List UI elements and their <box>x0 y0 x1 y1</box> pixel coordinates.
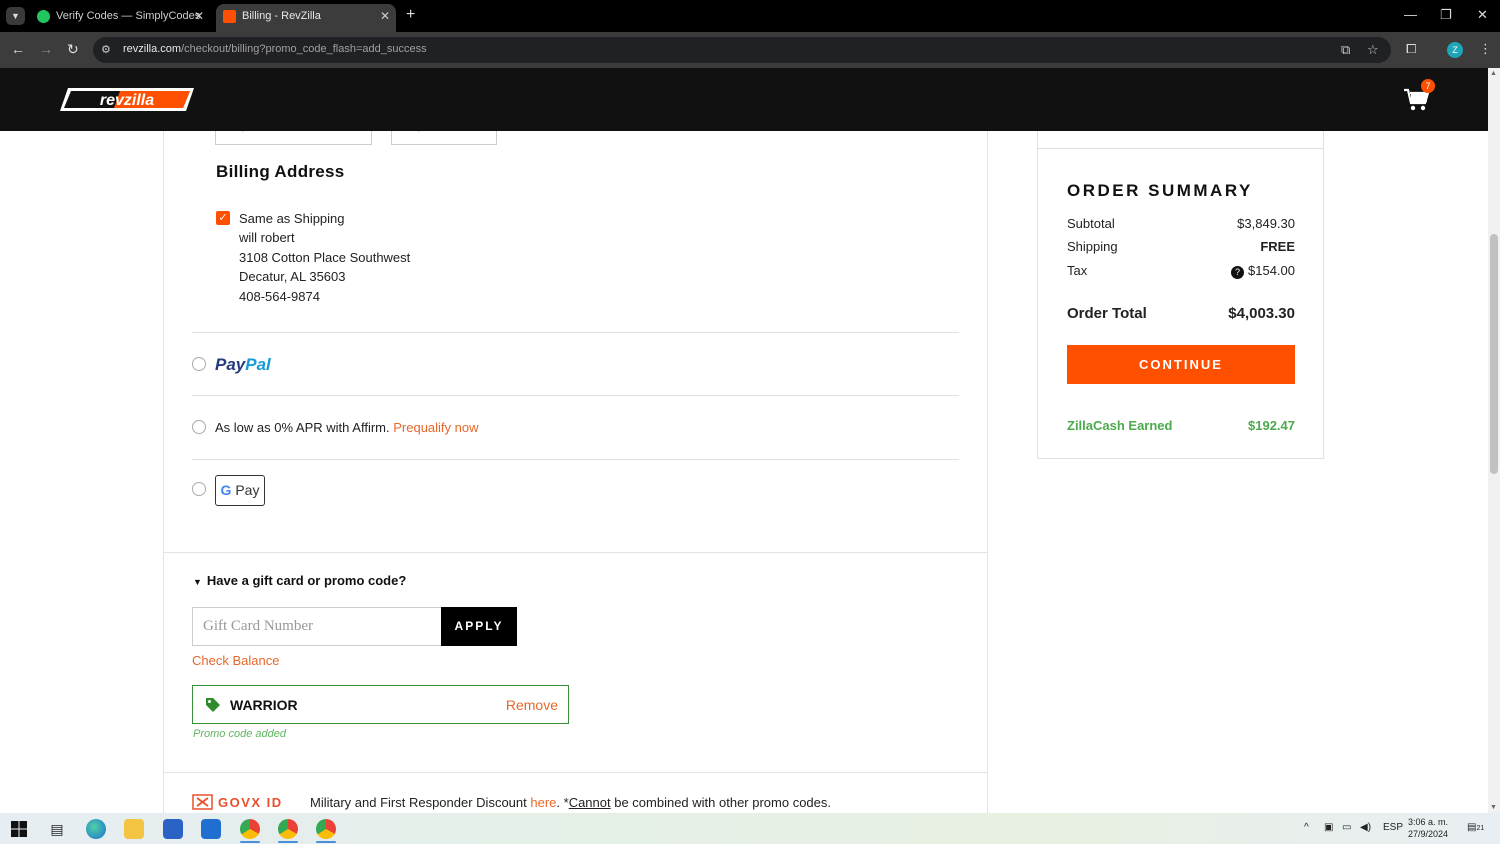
extensions-puzzle-icon[interactable]: ⧠ <box>1406 41 1416 57</box>
continue-button[interactable]: CONTINUE <box>1067 345 1295 384</box>
prequalify-link[interactable]: Prequalify now <box>393 420 478 435</box>
govx-here-link[interactable]: here <box>530 795 556 810</box>
divider <box>192 459 959 460</box>
caret-down-icon: ▼ <box>193 577 202 587</box>
tab-close-icon[interactable]: ✕ <box>194 4 204 28</box>
revzilla-logo[interactable]: revzilla <box>60 86 194 113</box>
divider <box>192 332 959 333</box>
govx-discount-note: Military and First Responder Discount he… <box>310 795 832 810</box>
tab-simplycodes[interactable]: Verify Codes — SimplyCodes ✕ <box>30 4 210 32</box>
microsoft-store-icon[interactable] <box>163 819 183 839</box>
system-clock[interactable]: 3:06 a. m. 27/9/2024 <box>1408 816 1448 840</box>
browser-tab-bar: ▼ Verify Codes — SimplyCodes ✕ Billing -… <box>0 0 1500 32</box>
same-as-shipping-checkbox[interactable]: ✓ <box>216 211 230 225</box>
task-view-icon[interactable]: ▤ <box>47 819 67 839</box>
paypal-logo[interactable]: PayPal <box>215 355 271 375</box>
tax-row: Tax ? $154.00 <box>1067 263 1295 279</box>
tag-icon <box>206 698 220 712</box>
active-app-indicator <box>278 841 298 843</box>
tab-revzilla-billing[interactable]: Billing - RevZilla ✕ <box>216 4 396 32</box>
section-divider <box>163 772 988 773</box>
zillacash-row: ZillaCash Earned $192.47 <box>1067 418 1295 433</box>
active-app-indicator <box>240 841 260 843</box>
billing-street: 3108 Cotton Place Southwest <box>239 250 411 265</box>
address-bar[interactable]: ⚙ revzilla.com/checkout/billing?promo_co… <box>93 37 1391 63</box>
section-divider <box>163 552 988 553</box>
active-app-indicator <box>316 841 336 843</box>
summary-top-border <box>1037 131 1324 148</box>
gift-card-number-input[interactable]: Gift Card Number <box>192 607 442 646</box>
svg-text:revzilla: revzilla <box>100 92 154 109</box>
svg-text:GOVX ID: GOVX ID <box>218 795 283 810</box>
chrome-profile-icon[interactable] <box>278 819 298 839</box>
order-summary-title: ORDER SUMMARY <box>1067 181 1253 200</box>
billing-phone: 408-564-9874 <box>239 289 320 304</box>
tax-help-icon[interactable]: ? <box>1231 266 1244 279</box>
notifications-icon[interactable]: ▤21 <box>1467 822 1484 833</box>
chrome-icon[interactable] <box>240 819 260 839</box>
browser-toolbar: ← → ↻ ⚙ revzilla.com/checkout/billing?pr… <box>0 32 1500 68</box>
tray-chevron-up-icon[interactable]: ^ <box>1304 822 1309 833</box>
promo-code-text: WARRIOR <box>230 697 298 713</box>
apply-button[interactable]: APPLY <box>441 607 517 646</box>
google-pay-logo[interactable]: G Pay <box>215 475 265 506</box>
clock-time: 3:06 a. m. <box>1408 817 1449 827</box>
simplycodes-favicon-icon <box>37 10 50 23</box>
windows-start-icon[interactable] <box>9 819 29 839</box>
chrome-profile-icon[interactable] <box>316 819 336 839</box>
scroll-up-arrow-icon[interactable]: ▲ <box>1490 70 1497 77</box>
windows-taskbar: ▤ ^ ▣ ▭ ◀) ESP 3:06 a. m. 27/9/2024 ▤21 <box>0 813 1500 844</box>
new-tab-plus-icon[interactable]: + <box>406 6 415 24</box>
applied-promo-code: WARRIOR Remove <box>192 685 569 724</box>
remove-promo-link[interactable]: Remove <box>506 697 558 713</box>
revzilla-favicon-icon <box>223 10 236 23</box>
order-total-row: Order Total $4,003.30 <box>1067 305 1295 322</box>
order-summary-panel: ORDER SUMMARY Subtotal $3,849.30 Shippin… <box>1037 148 1324 459</box>
billing-name: will robert <box>239 230 295 245</box>
restore-icon[interactable]: ❐ <box>1440 7 1452 23</box>
same-as-shipping-label[interactable]: Same as Shipping <box>239 211 345 226</box>
cart-count-badge: 7 <box>1421 79 1435 93</box>
file-explorer-icon[interactable] <box>124 819 144 839</box>
promo-code-toggle[interactable]: ▼ Have a gift card or promo code? <box>193 573 406 588</box>
tab-title: Verify Codes — SimplyCodes <box>56 10 201 22</box>
mail-icon[interactable] <box>201 819 221 839</box>
input-language[interactable]: ESP <box>1383 822 1403 833</box>
billing-city-state-zip: Decatur, AL 35603 <box>239 269 346 284</box>
tab-close-icon[interactable]: ✕ <box>380 4 390 28</box>
tray-meet-icon[interactable]: ▣ <box>1324 822 1333 833</box>
browser-menu-icon[interactable]: ⋮ <box>1479 41 1492 57</box>
affirm-option-label: As low as 0% APR with Affirm. Prequalify… <box>215 420 479 435</box>
back-arrow-icon[interactable]: ← <box>11 41 25 57</box>
network-icon[interactable]: ▭ <box>1342 822 1351 833</box>
edge-browser-icon[interactable] <box>86 819 106 839</box>
site-header: revzilla <box>0 68 1488 131</box>
translate-icon[interactable]: ⧉ <box>1341 42 1350 58</box>
scroll-down-arrow-icon[interactable]: ▼ <box>1490 804 1497 811</box>
govx-id-logo: GOVX ID <box>192 794 283 810</box>
tab-title: Billing - RevZilla <box>242 10 321 22</box>
scrollbar-thumb[interactable] <box>1490 234 1498 474</box>
paypal-radio[interactable] <box>192 357 206 371</box>
clock-date: 27/9/2024 <box>1408 829 1449 839</box>
reload-icon[interactable]: ↻ <box>67 41 79 58</box>
divider <box>192 395 959 396</box>
subtotal-row: Subtotal $3,849.30 <box>1067 216 1295 231</box>
url-text: revzilla.com/checkout/billing?promo_code… <box>123 43 427 55</box>
shipping-row: Shipping FREE <box>1067 239 1295 254</box>
window-close-icon[interactable]: ✕ <box>1477 7 1488 23</box>
page-scrollbar[interactable]: ▲ ▼ <box>1488 68 1500 813</box>
affirm-radio[interactable] <box>192 420 206 434</box>
google-pay-radio[interactable] <box>192 482 206 496</box>
minimize-icon[interactable]: — <box>1404 7 1417 22</box>
check-balance-link[interactable]: Check Balance <box>192 653 279 668</box>
bookmark-star-icon[interactable]: ☆ <box>1367 42 1379 58</box>
volume-icon[interactable]: ◀) <box>1360 822 1371 833</box>
profile-avatar[interactable]: Z <box>1447 42 1463 58</box>
billing-address-title: Billing Address <box>216 162 345 181</box>
forward-arrow-icon[interactable]: → <box>39 41 53 57</box>
site-info-icon[interactable]: ⚙ <box>101 43 111 56</box>
tab-search-chevron-icon[interactable]: ▼ <box>6 7 25 25</box>
promo-status-message: Promo code added <box>193 728 286 740</box>
